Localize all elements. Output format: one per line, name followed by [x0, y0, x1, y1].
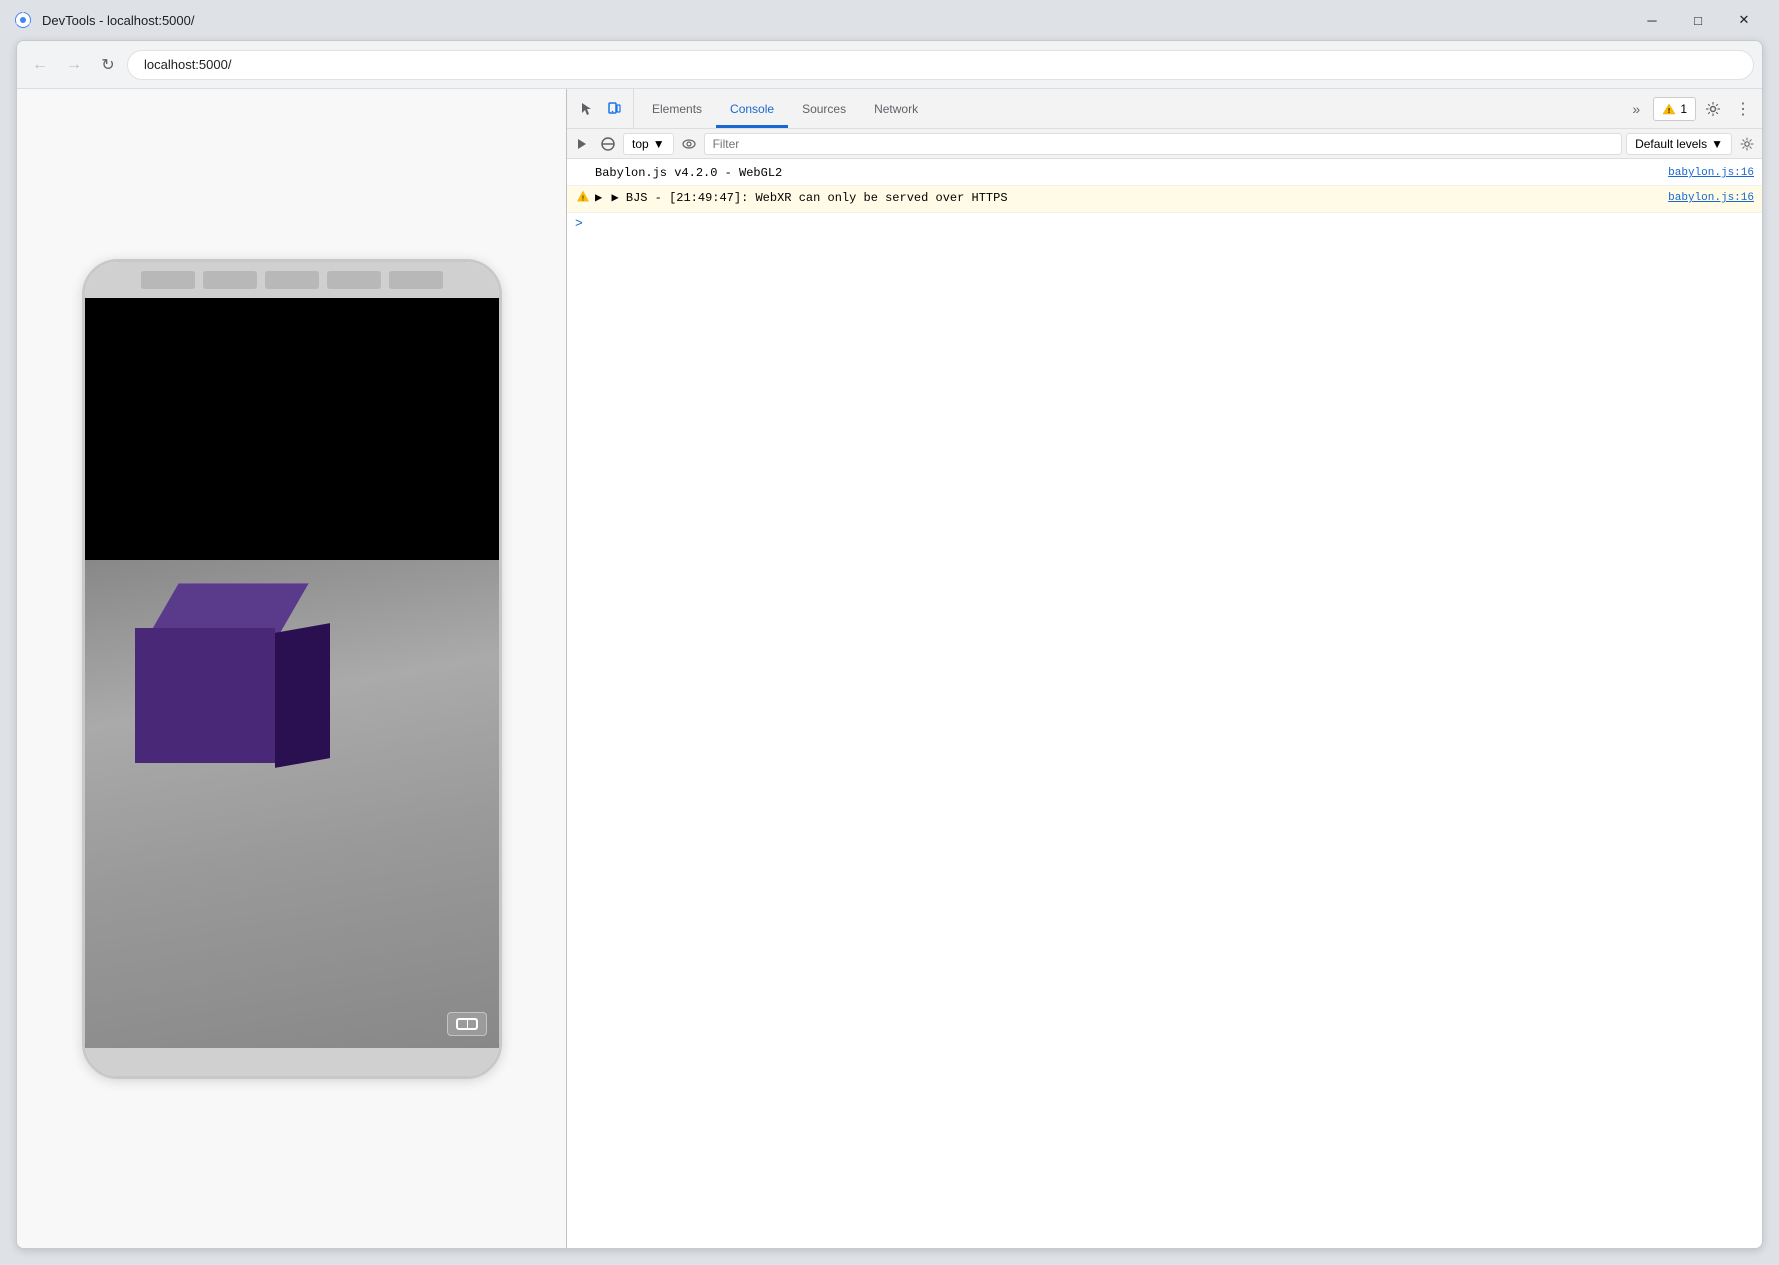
back-icon: ←: [32, 56, 48, 74]
refresh-button[interactable]: ↻: [93, 50, 123, 80]
filter-input[interactable]: [704, 133, 1622, 155]
address-bar[interactable]: localhost:5000/: [127, 50, 1754, 80]
minimize-button[interactable]: ─: [1629, 4, 1675, 36]
browser-viewport: [17, 89, 567, 1248]
device-toggle-button[interactable]: [601, 96, 627, 122]
prompt-chevron-icon: >: [575, 216, 583, 231]
svg-text:!: !: [581, 196, 585, 204]
more-tabs-button[interactable]: »: [1623, 96, 1649, 122]
devtools-more-button[interactable]: ⋮: [1730, 96, 1756, 122]
vr-icon: [456, 1018, 478, 1030]
levels-chevron-icon: ▼: [1711, 137, 1723, 151]
speaker-slot: [203, 271, 257, 289]
tab-console[interactable]: Console: [716, 92, 788, 128]
context-chevron-icon: ▼: [653, 137, 665, 151]
cursor-icon: [578, 101, 594, 117]
3d-cube: [135, 583, 320, 763]
console-message-webxr: ! ▶ ▶ BJS - [21:49:47]: WebXR can only b…: [567, 186, 1762, 213]
browser-window: DevTools - localhost:5000/ ─ □ ✕ ← → ↻ l…: [0, 0, 1779, 1265]
no-entry-icon: [601, 137, 615, 151]
refresh-icon: ↻: [101, 55, 114, 75]
console-toolbar: top ▼ Default levels ▼: [567, 129, 1762, 159]
speaker-slot: [327, 271, 381, 289]
context-selector[interactable]: top ▼: [623, 133, 674, 155]
inspect-element-button[interactable]: [573, 96, 599, 122]
phone-screen: [85, 298, 499, 1048]
browser-main: ← → ↻ localhost:5000/: [16, 40, 1763, 1249]
more-vert-icon: ⋮: [1735, 99, 1751, 119]
log-levels-button[interactable]: Default levels ▼: [1626, 133, 1732, 155]
console-message-babylon: Babylon.js v4.2.0 - WebGL2 babylon.js:16: [567, 161, 1762, 186]
warning-badge-button[interactable]: ! 1: [1653, 97, 1696, 121]
eye-filter-button[interactable]: [678, 133, 700, 155]
speaker-slot: [265, 271, 319, 289]
eye-icon: [682, 137, 696, 151]
console-clear-button[interactable]: [571, 133, 593, 155]
close-button[interactable]: ✕: [1721, 4, 1767, 36]
forward-button[interactable]: →: [59, 50, 89, 80]
tab-sources[interactable]: Sources: [788, 92, 860, 128]
overflow-icon: »: [1632, 101, 1640, 117]
window-controls: ─ □ ✕: [1629, 4, 1767, 36]
devtools-left-tools: [567, 89, 634, 128]
title-bar: DevTools - localhost:5000/ ─ □ ✕: [0, 0, 1779, 40]
console-output: Babylon.js v4.2.0 - WebGL2 babylon.js:16…: [567, 159, 1762, 1248]
devtools-right-tools: » ! 1: [1617, 89, 1762, 128]
devtools-tabs: Elements Console Sources Network: [634, 89, 936, 128]
console-prompt-line[interactable]: >: [567, 213, 1762, 234]
window-title: DevTools - localhost:5000/: [42, 13, 1621, 28]
levels-label: Default levels: [1635, 137, 1707, 151]
content-split: Elements Console Sources Network: [17, 89, 1762, 1248]
maximize-button[interactable]: □: [1675, 4, 1721, 36]
scene-container: [85, 298, 499, 1048]
svg-text:!: !: [1668, 108, 1670, 115]
warning-icon: !: [1662, 102, 1676, 116]
message-source-babylon[interactable]: babylon.js:16: [1668, 164, 1754, 182]
cube-face-front: [135, 628, 275, 763]
tab-elements[interactable]: Elements: [638, 92, 716, 128]
message-text-webxr: ▶ ▶ BJS - [21:49:47]: WebXR can only be …: [595, 189, 1660, 207]
phone-bottom-bar: [85, 1048, 499, 1076]
scene-ceiling: [85, 298, 499, 561]
message-source-webxr[interactable]: babylon.js:16: [1668, 189, 1754, 207]
speaker-slot: [389, 271, 443, 289]
tab-network[interactable]: Network: [860, 92, 932, 128]
devtools-header: Elements Console Sources Network: [567, 89, 1762, 129]
console-gear-icon: [1740, 137, 1754, 151]
device-toggle-icon: [606, 101, 622, 117]
devtools-panel: Elements Console Sources Network: [567, 89, 1762, 1248]
cube-face-right: [275, 623, 330, 768]
expand-arrow-icon[interactable]: ▶: [595, 191, 602, 205]
url-text: localhost:5000/: [144, 57, 231, 72]
back-button[interactable]: ←: [25, 50, 55, 80]
play-icon: [575, 137, 589, 151]
console-settings-button[interactable]: [1736, 133, 1758, 155]
context-value: top: [632, 137, 649, 151]
forward-icon: →: [66, 56, 82, 74]
warning-count: 1: [1680, 102, 1687, 116]
devtools-settings-button[interactable]: [1700, 96, 1726, 122]
chrome-logo-icon: [12, 9, 34, 31]
phone-speaker-bar: [85, 262, 499, 298]
navigation-bar: ← → ↻ localhost:5000/: [17, 41, 1762, 89]
speaker-slot: [141, 271, 195, 289]
phone-frame: [82, 259, 502, 1079]
settings-gear-icon: [1705, 101, 1721, 117]
warning-msg-icon: !: [575, 189, 591, 209]
message-text-babylon: Babylon.js v4.2.0 - WebGL2: [595, 164, 1660, 182]
vr-button[interactable]: [447, 1012, 487, 1036]
console-no-entry-button[interactable]: [597, 133, 619, 155]
